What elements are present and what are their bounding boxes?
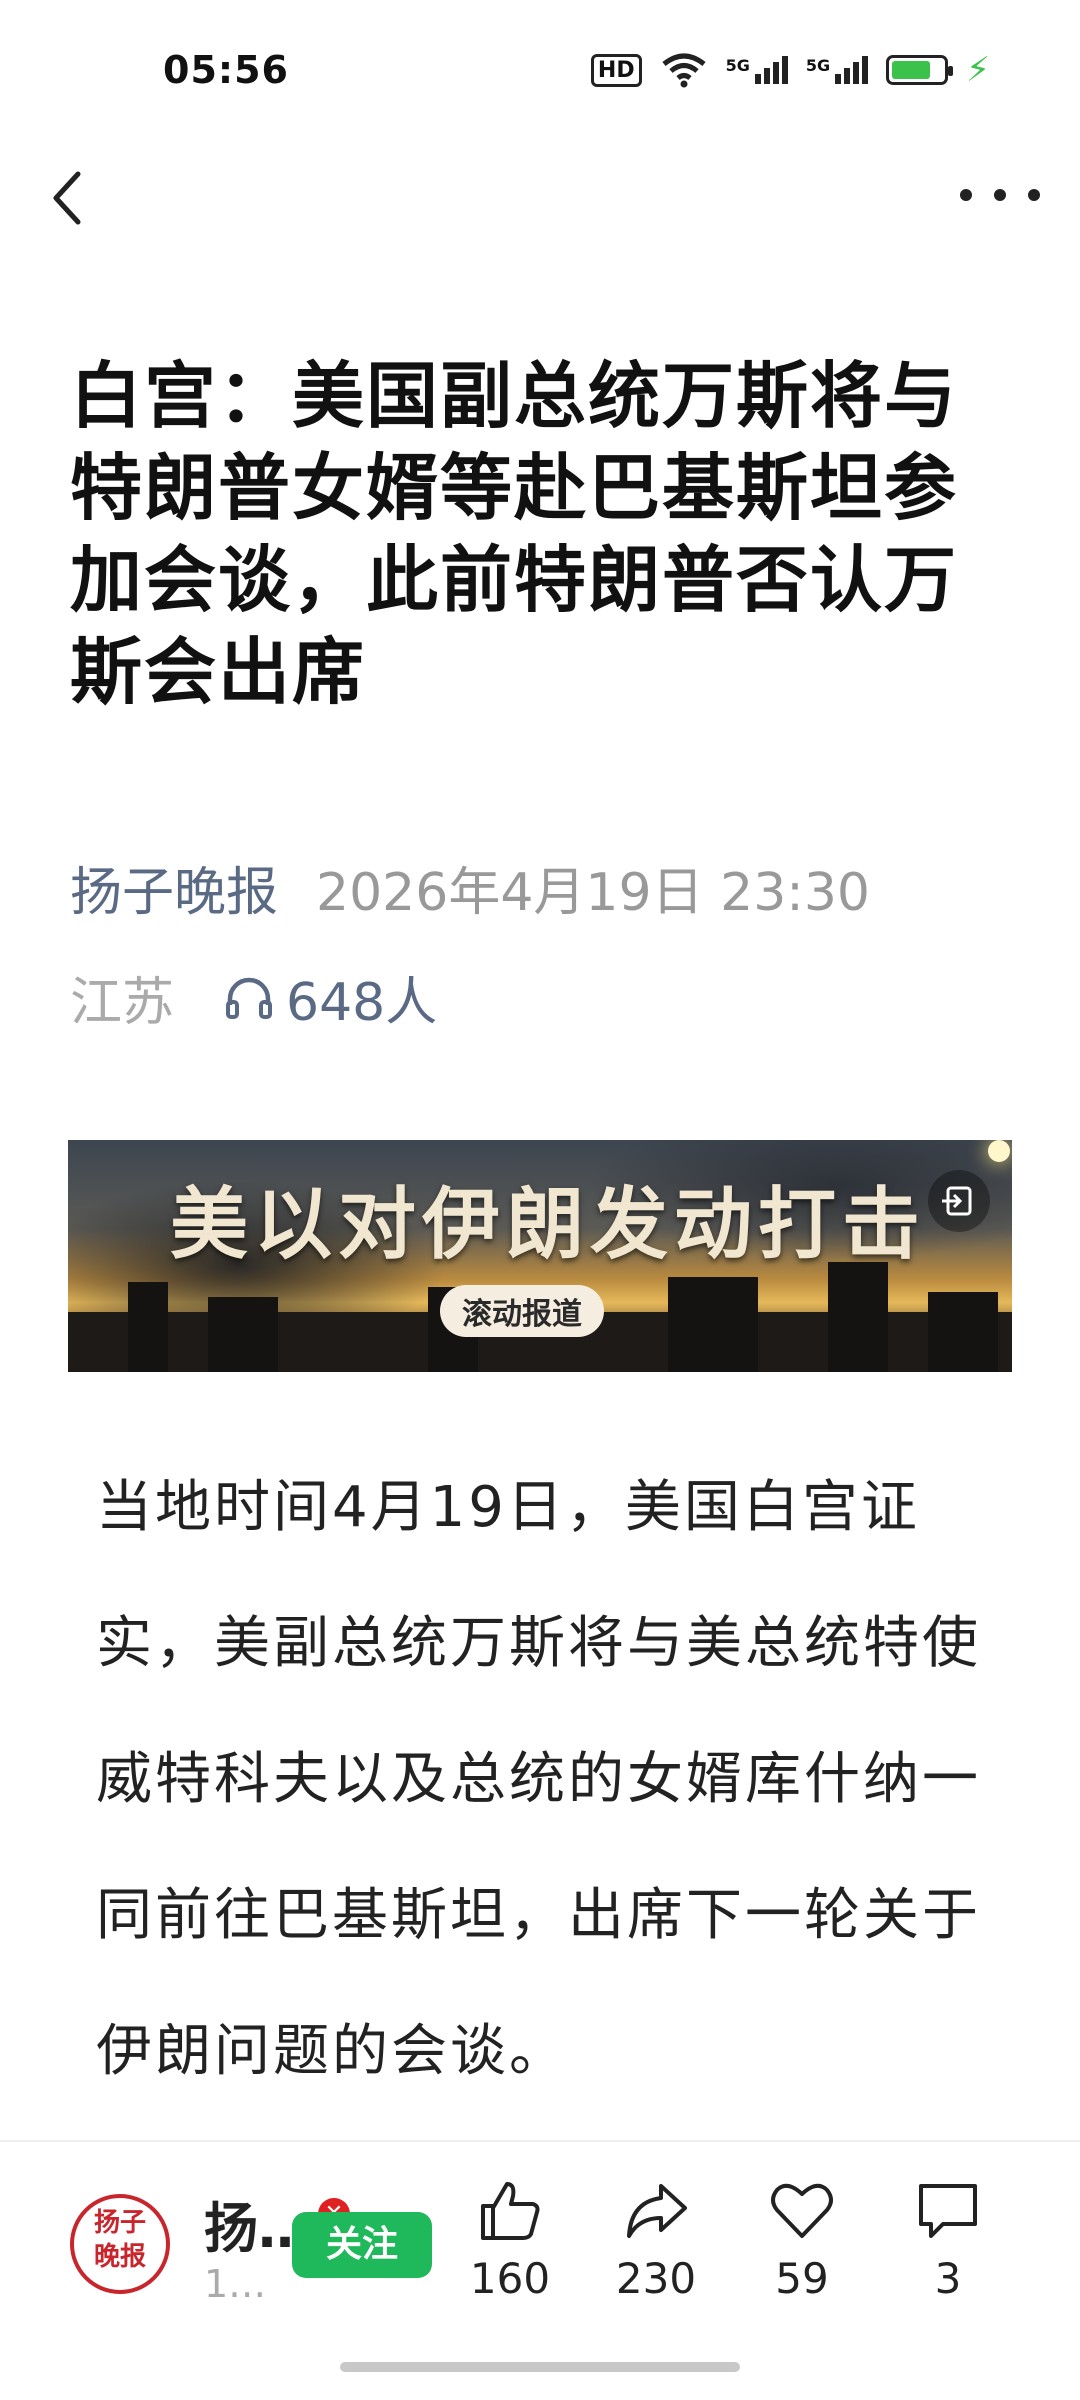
thumbs-up-icon bbox=[481, 2182, 540, 2240]
article-title: 白宫：美国副总统万斯将与特朗普女婿等赴巴基斯坦参加会谈，此前特朗普否认万斯会出席 bbox=[70, 354, 959, 714]
headphones-icon bbox=[226, 977, 273, 1019]
status-bar: 05:56 HD 5G 5G ⚡ bbox=[0, 0, 1080, 140]
article-datetime: 2026年4月19日 23:30 bbox=[316, 863, 870, 923]
listen-count[interactable]: 648人 bbox=[224, 960, 437, 1035]
share-count: 230 bbox=[615, 2254, 697, 2303]
account-subtitle: 1… bbox=[204, 2262, 267, 2306]
like-button[interactable]: 160 bbox=[450, 2178, 570, 2303]
status-time: 05:56 bbox=[163, 48, 289, 92]
signal-5g-icon: 5G bbox=[806, 56, 869, 84]
article-meta-2: 江苏 648人 bbox=[70, 960, 437, 1035]
home-indicator[interactable] bbox=[340, 2362, 740, 2372]
article-body: 当地时间4月19日，美国白宫证实，美副总统万斯将与美总统特使威特科夫以及总统的女… bbox=[96, 1475, 981, 2084]
charging-icon: ⚡ bbox=[966, 50, 990, 90]
article-source-link[interactable]: 扬子晚报 bbox=[70, 863, 278, 923]
chevron-left-icon bbox=[53, 171, 81, 225]
follow-button[interactable]: 关注 bbox=[292, 2212, 432, 2278]
comment-button[interactable]: 3 bbox=[888, 2178, 1008, 2303]
top-nav bbox=[0, 150, 1080, 250]
favorite-count: 59 bbox=[775, 2254, 829, 2303]
article-location: 江苏 bbox=[70, 973, 175, 1033]
account-logo[interactable]: 扬子晚报 bbox=[70, 2194, 170, 2294]
comment-bubble-icon bbox=[919, 2184, 977, 2238]
more-button[interactable] bbox=[960, 170, 1040, 220]
bottom-action-bar: 扬子晚报 扬… 1… ✕ 关注 160 230 59 3 bbox=[0, 2140, 1080, 2342]
wifi-icon bbox=[662, 53, 706, 88]
enter-icon bbox=[942, 1186, 972, 1216]
comment-count: 3 bbox=[934, 2254, 962, 2303]
banner-enter-button[interactable] bbox=[928, 1170, 990, 1232]
share-button[interactable]: 230 bbox=[596, 2178, 716, 2303]
banner-title: 美以对伊朗发动打击 bbox=[169, 1179, 926, 1270]
banner-subtitle: 滚动报道 bbox=[440, 1285, 604, 1337]
like-count: 160 bbox=[469, 2254, 551, 2303]
battery-icon bbox=[886, 55, 954, 85]
share-arrow-icon bbox=[627, 2184, 687, 2238]
hd-icon: HD bbox=[590, 53, 642, 87]
article-meta: 扬子晚报 2026年4月19日 23:30 bbox=[70, 850, 870, 925]
topic-banner[interactable]: 美以对伊朗发动打击 滚动报道 bbox=[68, 1140, 1012, 1372]
back-button[interactable] bbox=[40, 158, 100, 238]
signal-5g-icon: 5G bbox=[726, 56, 788, 84]
favorite-button[interactable]: 59 bbox=[742, 2178, 862, 2303]
more-dots-icon bbox=[960, 189, 972, 201]
account-logo-text: 扬子晚报 bbox=[93, 2208, 146, 2272]
heart-icon bbox=[771, 2183, 833, 2238]
status-icons: HD 5G 5G ⚡ bbox=[590, 50, 990, 90]
